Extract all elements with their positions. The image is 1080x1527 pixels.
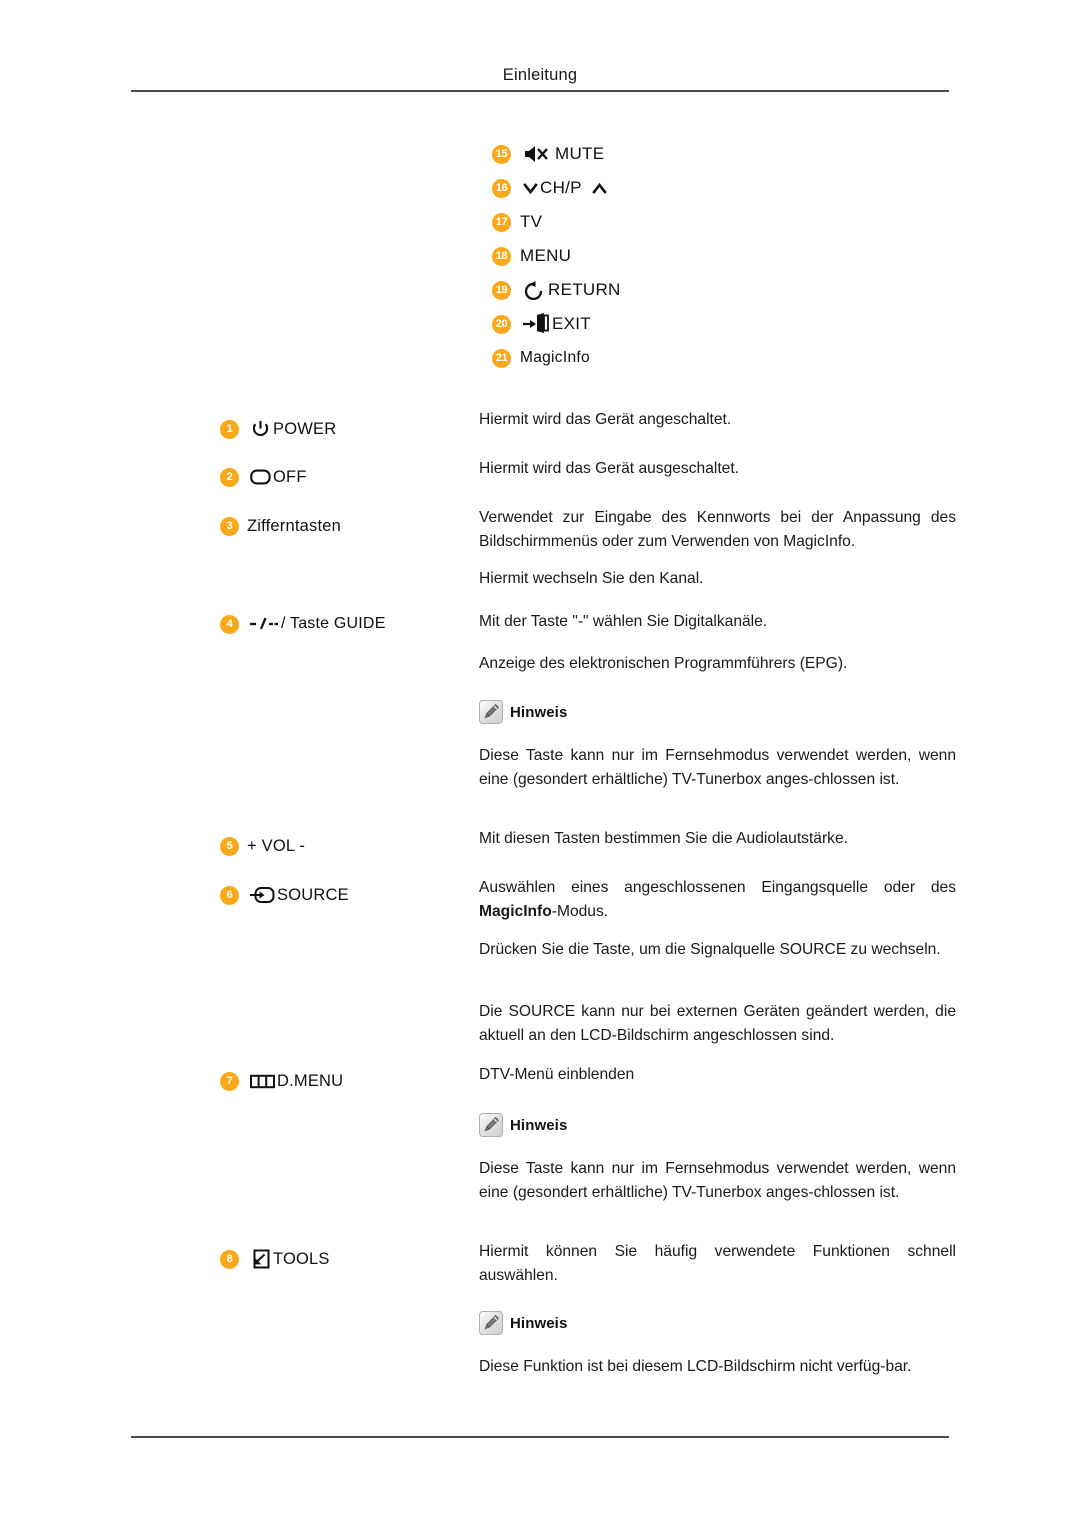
item-row-tools: 8 TOOLS — [220, 1248, 330, 1270]
legend-badge-16: 16 — [492, 178, 511, 198]
note-label-3: Hinweis — [510, 1314, 568, 1332]
desc-tools: Hiermit können Sie häufig verwendete Fun… — [479, 1243, 956, 1284]
legend-badge-20: 20 — [492, 314, 511, 334]
item-row-guide: 4 / Taste GUIDE — [220, 613, 386, 635]
legend-label-magicinfo: MagicInfo — [520, 349, 590, 366]
note-header-1: Hinweis — [479, 700, 567, 724]
legend-badge-18: 18 — [492, 246, 511, 266]
legend-row: 15 MUTE — [0, 143, 1080, 165]
legend-row: 16 CH/P — [0, 177, 1080, 199]
legend-label-exit: EXIT — [552, 314, 591, 333]
desc-source-1: Auswählen eines angeschlossenen Eingangs… — [479, 876, 956, 923]
off-icon — [247, 466, 273, 488]
note-text-tools: Diese Funktion ist bei diesem LCD-Bildsc… — [479, 1358, 912, 1375]
desc-source-suffix: -Modus. — [551, 902, 609, 920]
legend-row: 20 EXIT — [0, 313, 1080, 335]
item-label-guide: / Taste GUIDE — [281, 615, 386, 632]
legend-badge-21: 21 — [492, 348, 511, 368]
tools-icon — [247, 1248, 273, 1270]
item-badge-7: 7 — [220, 1071, 239, 1091]
remote-legend-list: 15 MUTE 16 CH/P 17 TV 18 MENU 19 RETURN … — [0, 143, 1080, 381]
desc-channel: Hiermit wechseln Sie den Kanal. — [479, 570, 704, 587]
item-label-tools: TOOLS — [273, 1249, 330, 1268]
hinweis-icon — [479, 1311, 503, 1335]
item-row-volume: 5 + VOL - — [220, 835, 305, 857]
item-label-source: SOURCE — [277, 885, 349, 904]
desc-off: Hiermit wird das Gerät ausgeschaltet. — [479, 460, 739, 477]
desc-source-prefix: Auswählen eines angeschlossenen Eingangs… — [479, 879, 956, 896]
legend-label-menu: MENU — [520, 246, 572, 265]
legend-row: 21 MagicInfo — [0, 347, 1080, 369]
item-row-dmenu: 7 D.MENU — [220, 1070, 343, 1092]
legend-label-tv: TV — [520, 212, 543, 231]
hinweis-icon — [479, 1113, 503, 1137]
page-header-title: Einleitung — [502, 66, 578, 84]
item-badge-3: 3 — [220, 516, 239, 536]
item-row-power: 1 POWER — [220, 418, 336, 440]
note-text-tuner-1: Diese Taste kann nur im Fernsehmodus ver… — [479, 747, 956, 788]
item-badge-1: 1 — [220, 419, 239, 439]
legend-row: 17 TV — [0, 211, 1080, 233]
legend-label-chp: CH/P — [540, 178, 582, 197]
footer-divider — [131, 1436, 949, 1438]
source-icon — [247, 884, 277, 906]
chevron-down-icon — [520, 178, 540, 198]
desc-epg: Anzeige des elektronischen Programmführe… — [479, 655, 848, 672]
item-row-source: 6 SOURCE — [220, 884, 349, 906]
legend-label-return: RETURN — [548, 280, 621, 299]
desc-digital-channels: Mit der Taste "-" wählen Sie Digitalkanä… — [479, 613, 768, 630]
desc-source-3: Die SOURCE kann nur bei externen Geräten… — [479, 1003, 956, 1044]
item-badge-8: 8 — [220, 1249, 239, 1269]
note-header-2: Hinweis — [479, 1113, 567, 1137]
exit-icon — [520, 312, 552, 336]
legend-badge-15: 15 — [492, 144, 511, 164]
dmenu-icon — [247, 1070, 277, 1092]
return-icon — [520, 279, 548, 301]
legend-label-mute: MUTE — [555, 144, 605, 163]
desc-digits: Verwendet zur Eingabe des Kennworts bei … — [479, 509, 956, 550]
desc-dmenu: DTV-Menü einblenden — [479, 1066, 635, 1083]
item-row-digits: 3 Zifferntasten — [220, 515, 341, 537]
legend-badge-19: 19 — [492, 280, 511, 300]
item-badge-2: 2 — [220, 467, 239, 487]
item-label-dmenu: D.MENU — [277, 1071, 344, 1090]
hinweis-icon — [479, 700, 503, 724]
guide-icon — [247, 613, 281, 635]
note-label-1: Hinweis — [510, 703, 568, 721]
item-badge-4: 4 — [220, 614, 239, 634]
note-header-3: Hinweis — [479, 1311, 567, 1335]
item-row-off: 2 OFF — [220, 466, 307, 488]
power-icon — [247, 418, 273, 440]
desc-volume: Mit diesen Tasten bestimmen Sie die Audi… — [479, 830, 848, 847]
legend-badge-17: 17 — [492, 212, 511, 232]
item-badge-5: 5 — [220, 836, 239, 856]
note-text-tuner-2: Diese Taste kann nur im Fernsehmodus ver… — [479, 1160, 956, 1201]
document-page: Einleitung 15 MUTE 16 CH/P 17 TV 18 MENU… — [0, 0, 1080, 1527]
chevron-up-icon — [589, 178, 611, 198]
header-divider — [131, 90, 949, 92]
desc-power: Hiermit wird das Gerät angeschaltet. — [479, 411, 732, 428]
item-label-off: OFF — [273, 467, 307, 486]
item-badge-6: 6 — [220, 885, 239, 905]
legend-row: 19 RETURN — [0, 279, 1080, 301]
mute-icon — [520, 143, 554, 165]
item-label-power: POWER — [273, 419, 337, 438]
item-label-volume: + VOL - — [247, 836, 306, 855]
legend-row: 18 MENU — [0, 245, 1080, 267]
item-label-digits: Zifferntasten — [247, 516, 342, 535]
desc-source-2: Drücken Sie die Taste, um die Signalquel… — [479, 941, 941, 958]
desc-source-bold: MagicInfo — [479, 902, 552, 920]
note-label-2: Hinweis — [510, 1116, 568, 1134]
